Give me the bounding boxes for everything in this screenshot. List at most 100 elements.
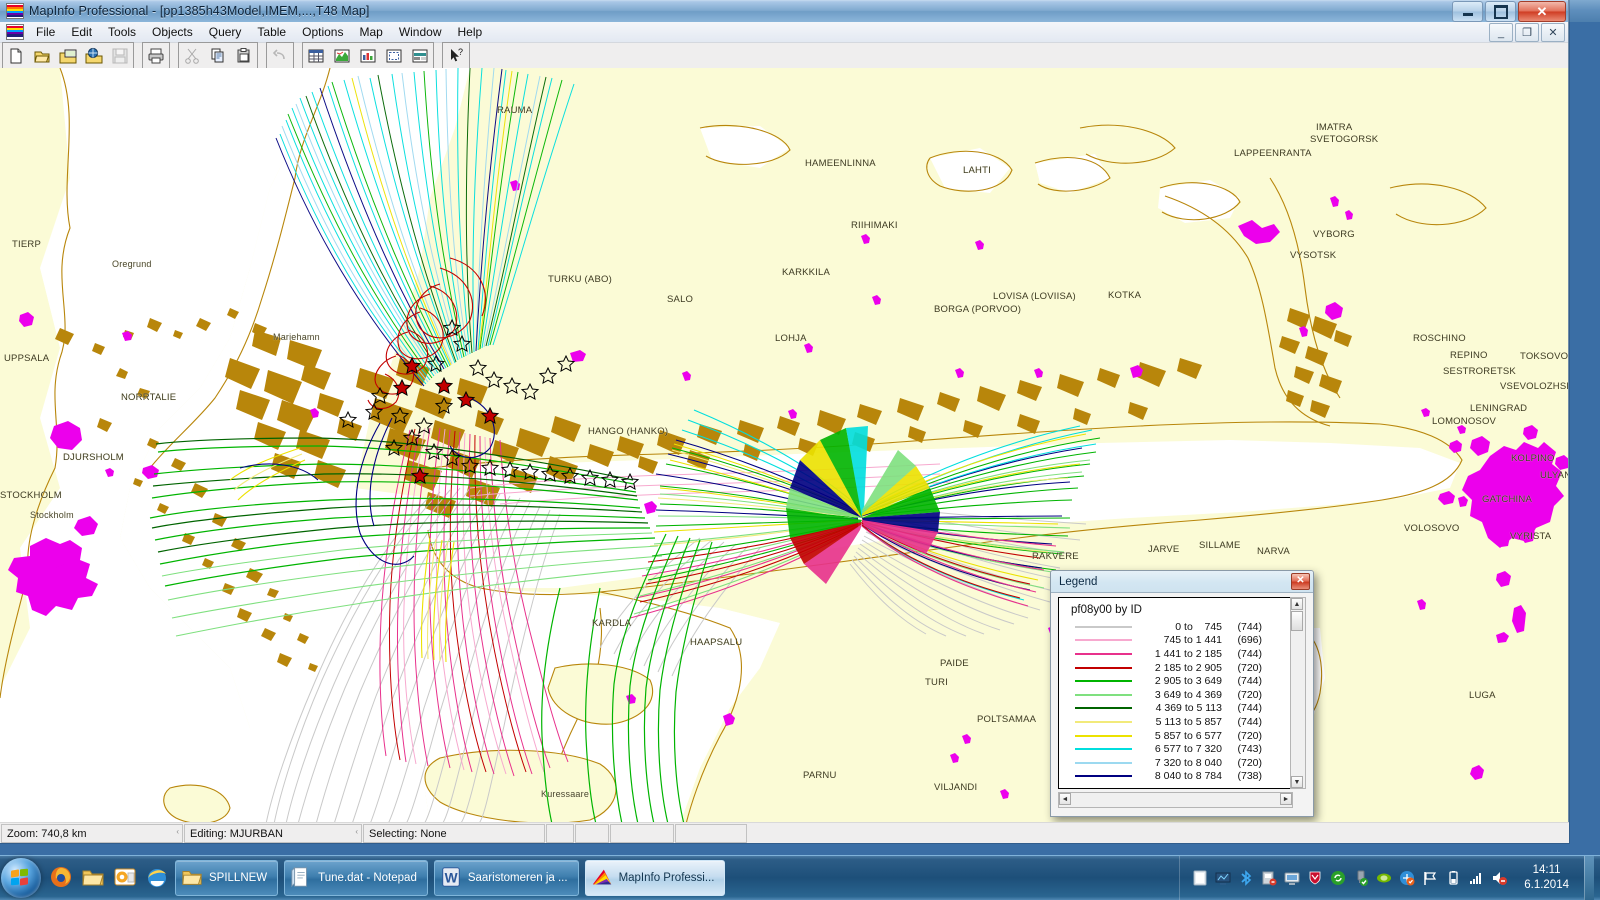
legend-row[interactable]: 7 320 to 8 040 (720): [1075, 756, 1292, 770]
outlook-icon[interactable]: [113, 865, 137, 891]
legend-row[interactable]: 8 040 to 8 784 (738): [1075, 770, 1292, 784]
undo-icon[interactable]: [267, 44, 293, 68]
show-desktop-button[interactable]: [1584, 856, 1594, 900]
mdi-minimize-button[interactable]: _: [1489, 23, 1513, 42]
print-icon[interactable]: [143, 44, 169, 68]
legend-row[interactable]: 5 857 to 6 577 (720): [1075, 729, 1292, 743]
legend-row[interactable]: 745 to 1 441 (696): [1075, 634, 1292, 648]
legend-scroll-left-button[interactable]: ◄: [1059, 793, 1071, 805]
status-cell-7[interactable]: [675, 824, 747, 843]
legend-range-label: 2 905 to 3 649: [1154, 675, 1222, 688]
tablet-input-icon[interactable]: [1192, 870, 1208, 886]
legend-row[interactable]: 6 577 to 7 320 (743): [1075, 742, 1292, 756]
safely-remove-hardware-icon[interactable]: [1353, 870, 1369, 886]
legend-scroll-right-button[interactable]: ►: [1280, 793, 1292, 805]
paste-icon[interactable]: [231, 44, 257, 68]
legend-horizontal-scrollbar[interactable]: ◄ ►: [1058, 792, 1293, 808]
legend-vertical-scrollbar[interactable]: ▲ ▼: [1290, 597, 1306, 789]
new-layout-icon[interactable]: [381, 44, 407, 68]
map-canvas[interactable]: RAUMA HAMEENLINNA LAHTI IMATRA SVETOGORSK LAP…: [0, 68, 1568, 824]
save-table-icon[interactable]: [107, 44, 133, 68]
title-bar[interactable]: MapInfo Professional - [pp1385h43Model,I…: [0, 0, 1568, 22]
toolbar-group-windows: [302, 42, 434, 70]
taskbar-mapinfo[interactable]: MapInfo Professi...: [584, 860, 726, 896]
menu-query[interactable]: Query: [201, 23, 250, 41]
taskbar-spillnew[interactable]: SPILLNEW: [175, 860, 279, 896]
open-table-icon[interactable]: [29, 44, 55, 68]
status-cell-6[interactable]: [610, 824, 674, 843]
action-flag-icon[interactable]: [1422, 870, 1438, 886]
new-mapper-icon[interactable]: [329, 44, 355, 68]
legend-scroll-down-button[interactable]: ▼: [1291, 776, 1303, 788]
taskbar-notepad[interactable]: Tune.dat - Notepad: [284, 860, 428, 896]
map-city-label: VILJANDI: [934, 782, 978, 793]
cut-icon[interactable]: [179, 44, 205, 68]
new-browser-icon[interactable]: [303, 44, 329, 68]
taskbar-word[interactable]: W Saaristomeren ja ...: [433, 860, 579, 896]
new-table-icon[interactable]: [3, 44, 29, 68]
legend-row[interactable]: 2 185 to 2 905 (720): [1075, 661, 1292, 675]
map-city-label: Stockholm: [30, 510, 74, 520]
display-settings-icon[interactable]: [1284, 870, 1300, 886]
open-workspace-icon[interactable]: [55, 44, 81, 68]
status-zoom[interactable]: Zoom: 740,8 km ‹: [1, 824, 183, 843]
system-tray: 14:11 6.1.2014: [1179, 856, 1600, 900]
ie-update-icon[interactable]: [1399, 870, 1415, 886]
legend-row[interactable]: 5 113 to 5 857 (744): [1075, 715, 1292, 729]
start-button[interactable]: [1, 858, 41, 898]
bluetooth-icon[interactable]: [1238, 870, 1254, 886]
signal-strength-icon[interactable]: [1468, 870, 1484, 886]
menu-bar[interactable]: File Edit Tools Objects Query Table Opti…: [0, 22, 1568, 43]
status-cell-4[interactable]: [546, 824, 574, 843]
menu-tools[interactable]: Tools: [100, 23, 144, 41]
firefox-icon[interactable]: [49, 865, 73, 891]
map-city-label: SVETOGORSK: [1310, 134, 1379, 145]
minimize-button[interactable]: [1452, 1, 1483, 22]
new-redistrict-icon[interactable]: [407, 44, 433, 68]
map-city-label: RAUMA: [497, 105, 533, 116]
menu-help[interactable]: Help: [450, 23, 491, 41]
menu-table[interactable]: Table: [249, 23, 294, 41]
maximize-button[interactable]: [1485, 1, 1516, 22]
status-selecting[interactable]: Selecting: None: [363, 824, 545, 843]
legend-title-bar[interactable]: Legend ✕: [1051, 571, 1313, 593]
open-dbms-icon[interactable]: [81, 44, 107, 68]
legend-row[interactable]: 4 369 to 5 113 (744): [1075, 702, 1292, 716]
mdi-restore-button[interactable]: ❐: [1515, 23, 1539, 42]
legend-row[interactable]: 0 to 745 (744): [1075, 620, 1292, 634]
menu-edit[interactable]: Edit: [63, 23, 100, 41]
taskbar-clock[interactable]: 14:11 6.1.2014: [1514, 863, 1577, 893]
nvidia-icon[interactable]: [1376, 870, 1392, 886]
menu-file[interactable]: File: [28, 23, 63, 41]
legend-window[interactable]: Legend ✕ pf08y00 by ID 0 to 745 (744) 745 …: [1050, 570, 1314, 817]
menu-options[interactable]: Options: [294, 23, 351, 41]
internet-explorer-icon[interactable]: [145, 865, 169, 891]
folder-icon[interactable]: [81, 865, 105, 891]
mdi-close-button[interactable]: ✕: [1541, 23, 1565, 42]
mcafee-shield-icon[interactable]: [1307, 870, 1323, 886]
battery-icon[interactable]: [1445, 870, 1461, 886]
legend-row[interactable]: 3 649 to 4 369 (720): [1075, 688, 1292, 702]
legend-row[interactable]: 1 441 to 2 185 (744): [1075, 647, 1292, 661]
menu-window[interactable]: Window: [391, 23, 450, 41]
legend-body[interactable]: pf08y00 by ID 0 to 745 (744) 745 to 1 441 (…: [1058, 597, 1293, 789]
map-city-label: UPPSALA: [4, 353, 50, 364]
menu-map[interactable]: Map: [351, 23, 390, 41]
removable-media-icon[interactable]: [1261, 870, 1277, 886]
new-grapher-icon[interactable]: [355, 44, 381, 68]
legend-scroll-up-button[interactable]: ▲: [1291, 598, 1303, 610]
status-editing[interactable]: Editing: MJURBAN ‹: [184, 824, 362, 843]
map-city-label: VSEVOLOZHSK: [1500, 381, 1568, 392]
legend-close-button[interactable]: ✕: [1291, 573, 1310, 590]
status-cell-5[interactable]: [575, 824, 609, 843]
menu-objects[interactable]: Objects: [144, 23, 201, 41]
sync-icon[interactable]: [1330, 870, 1346, 886]
network-monitor-icon[interactable]: [1215, 870, 1231, 886]
word-icon: W: [440, 866, 462, 890]
help-icon[interactable]: ?: [443, 44, 469, 68]
legend-row[interactable]: 2 905 to 3 649 (744): [1075, 674, 1292, 688]
legend-vertical-scroll-thumb[interactable]: [1291, 611, 1303, 631]
volume-muted-icon[interactable]: [1491, 870, 1508, 886]
copy-icon[interactable]: [205, 44, 231, 68]
close-button[interactable]: ✕: [1518, 1, 1566, 22]
